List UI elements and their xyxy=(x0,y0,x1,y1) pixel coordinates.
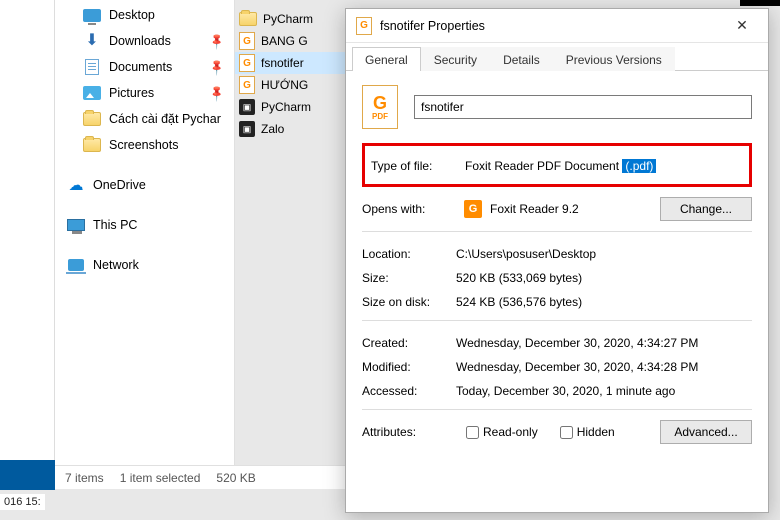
attributes-label: Attributes: xyxy=(362,425,456,439)
status-selected: 1 item selected xyxy=(120,471,201,485)
status-item-count: 7 items xyxy=(65,471,104,485)
location-label: Location: xyxy=(362,247,456,261)
dialog-tabs: GeneralSecurityDetailsPrevious Versions xyxy=(346,43,768,71)
location-value: C:\Users\posuser\Desktop xyxy=(456,247,752,261)
download-icon: ⬇ xyxy=(83,33,101,49)
file-row[interactable]: G HƯỚNG xyxy=(235,74,345,96)
pdf-large-icon: GPDF xyxy=(362,85,398,129)
status-size: 520 KB xyxy=(216,471,255,485)
size-on-disk-value: 524 KB (536,576 bytes) xyxy=(456,295,752,309)
tab-details[interactable]: Details xyxy=(490,47,553,71)
file-name: HƯỚNG xyxy=(261,78,308,92)
file-name: Zalo xyxy=(261,122,284,136)
pin-icon: 📌 xyxy=(208,84,227,103)
file-list: PyCharmGBANG GGfsnotiferGHƯỚNG▣PyCharm▣Z… xyxy=(235,8,345,140)
dialog-titlebar[interactable]: G fsnotifer Properties ✕ xyxy=(346,9,768,43)
hidden-checkbox[interactable]: Hidden xyxy=(560,425,615,439)
type-extension: (.pdf) xyxy=(622,159,656,173)
documents-icon xyxy=(83,59,101,75)
nav-label: Documents xyxy=(109,60,172,74)
file-row[interactable]: PyCharm xyxy=(235,8,345,30)
tab-security[interactable]: Security xyxy=(421,47,490,71)
accessed-value: Today, December 30, 2020, 1 minute ago xyxy=(456,384,752,398)
nav-label: Screenshots xyxy=(109,138,178,152)
created-label: Created: xyxy=(362,336,456,350)
type-label: Type of file: xyxy=(371,159,465,173)
separator xyxy=(362,409,752,410)
separator xyxy=(362,231,752,232)
onedrive-icon: ☁ xyxy=(67,177,85,193)
nav-label: Pictures xyxy=(109,86,154,100)
network-icon xyxy=(67,257,85,273)
filename-input[interactable] xyxy=(414,95,752,119)
foxit-icon: G xyxy=(464,200,482,218)
modified-value: Wednesday, December 30, 2020, 4:34:28 PM xyxy=(456,360,752,374)
file-row[interactable]: ▣ PyCharm xyxy=(235,96,345,118)
opens-with-label: Opens with: xyxy=(362,202,456,216)
nav-network[interactable]: Network xyxy=(55,252,234,278)
exe-icon: ▣ xyxy=(239,99,255,115)
file-name: PyCharm xyxy=(261,100,311,114)
type-value: Foxit Reader PDF Document (.pdf) xyxy=(465,159,743,173)
pdf-icon: G xyxy=(239,76,255,94)
created-value: Wednesday, December 30, 2020, 4:34:27 PM xyxy=(456,336,752,350)
nav-pictures[interactable]: Pictures 📌 xyxy=(55,80,234,106)
close-button[interactable]: ✕ xyxy=(722,12,762,40)
folder-icon xyxy=(83,137,101,153)
pin-icon: 📌 xyxy=(208,32,227,51)
nav-screenshots[interactable]: Screenshots xyxy=(55,132,234,158)
explorer-backdrop-accent xyxy=(0,460,55,490)
separator xyxy=(362,320,752,321)
explorer-backdrop xyxy=(0,0,55,460)
thispc-icon xyxy=(67,217,85,233)
file-name: PyCharm xyxy=(263,12,313,26)
file-name: fsnotifer xyxy=(261,56,304,70)
explorer-statusbar: 7 items 1 item selected 520 KB xyxy=(55,465,345,489)
nav-label: OneDrive xyxy=(93,178,146,192)
opens-with-value: Foxit Reader 9.2 xyxy=(490,202,579,216)
nav-label: Desktop xyxy=(109,8,155,22)
tab-previous-versions[interactable]: Previous Versions xyxy=(553,47,675,71)
window-edge xyxy=(740,0,780,6)
pdf-icon: G xyxy=(356,17,372,35)
nav-label: Cách cài đặt Pychar xyxy=(109,112,221,126)
nav-desktop[interactable]: Desktop xyxy=(55,2,234,28)
type-highlight: Type of file: Foxit Reader PDF Document … xyxy=(362,143,752,187)
partial-timestamp: 016 15: xyxy=(0,494,45,510)
explorer-nav-pane: Desktop ⬇ Downloads 📌 Documents 📌 Pictur… xyxy=(55,0,235,465)
exe-icon: ▣ xyxy=(239,121,255,137)
file-row[interactable]: G BANG G xyxy=(235,30,345,52)
nav-label: This PC xyxy=(93,218,137,232)
dialog-title: fsnotifer Properties xyxy=(380,19,714,33)
nav-custom-folder[interactable]: Cách cài đặt Pychar xyxy=(55,106,234,132)
nav-downloads[interactable]: ⬇ Downloads 📌 xyxy=(55,28,234,54)
desktop-icon xyxy=(83,7,101,23)
modified-label: Modified: xyxy=(362,360,456,374)
nav-documents[interactable]: Documents 📌 xyxy=(55,54,234,80)
file-row[interactable]: Gfsnotifer xyxy=(235,52,345,74)
accessed-label: Accessed: xyxy=(362,384,456,398)
pin-icon: 📌 xyxy=(208,58,227,77)
nav-label: Downloads xyxy=(109,34,171,48)
size-label: Size: xyxy=(362,271,456,285)
nav-label: Network xyxy=(93,258,139,272)
properties-dialog: G fsnotifer Properties ✕ GeneralSecurity… xyxy=(345,8,769,513)
folder-icon xyxy=(239,11,257,27)
file-name: BANG G xyxy=(261,34,308,48)
dialog-body-general: GPDF Type of file: Foxit Reader PDF Docu… xyxy=(346,71,768,512)
pictures-icon xyxy=(83,85,101,101)
size-value: 520 KB (533,069 bytes) xyxy=(456,271,752,285)
readonly-checkbox[interactable]: Read-only xyxy=(466,425,538,439)
folder-icon xyxy=(83,111,101,127)
file-row[interactable]: ▣ Zalo xyxy=(235,118,345,140)
size-on-disk-label: Size on disk: xyxy=(362,295,456,309)
change-button[interactable]: Change... xyxy=(660,197,752,221)
pdf-icon: G xyxy=(239,32,255,50)
tab-general[interactable]: General xyxy=(352,47,421,71)
nav-onedrive[interactable]: ☁ OneDrive xyxy=(55,172,234,198)
advanced-button[interactable]: Advanced... xyxy=(660,420,752,444)
nav-thispc[interactable]: This PC xyxy=(55,212,234,238)
pdf-icon: G xyxy=(239,54,255,72)
